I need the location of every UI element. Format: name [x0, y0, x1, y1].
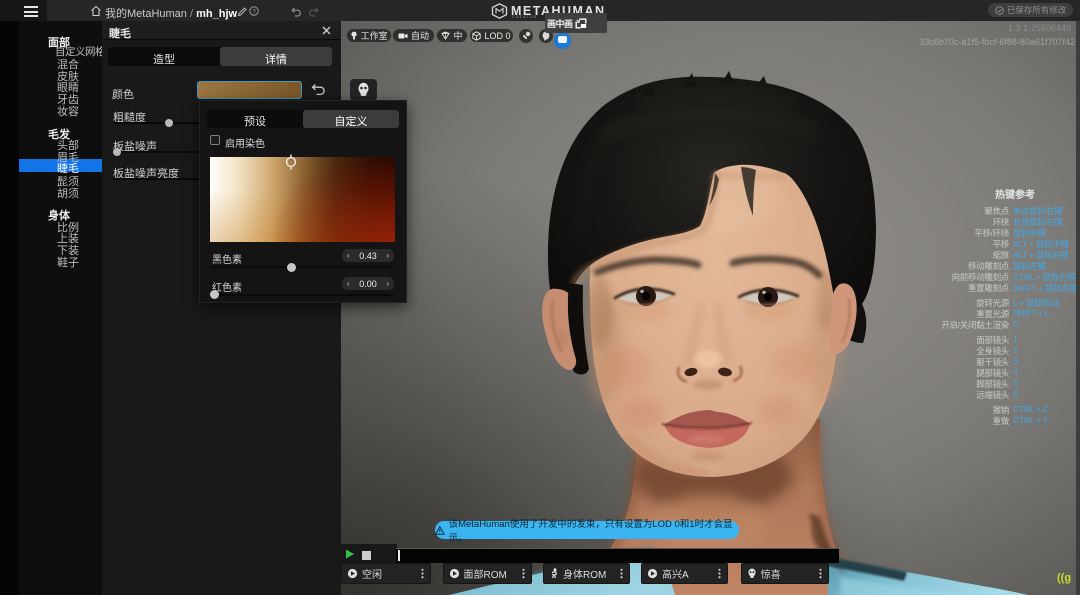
svg-text:?: ?	[252, 8, 256, 15]
